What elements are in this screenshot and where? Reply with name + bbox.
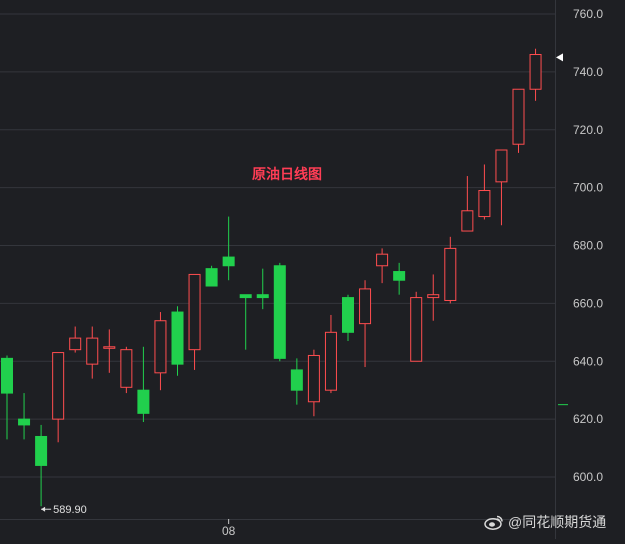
candle-body bbox=[256, 294, 269, 299]
y-tick-label: 640.0 bbox=[573, 354, 603, 368]
y-tick-label: 620.0 bbox=[573, 412, 603, 426]
candle-body bbox=[359, 288, 372, 325]
candle-up bbox=[307, 349, 320, 417]
candle-body bbox=[512, 88, 525, 145]
candle-down bbox=[273, 262, 286, 362]
candle-up bbox=[154, 312, 167, 391]
candlestick-chart: 760.0 740.0 720.0 700.0 680.0 660.0 640.0 620.0… bbox=[0, 0, 625, 539]
candle-up bbox=[427, 274, 440, 321]
y-tick-label: 700.0 bbox=[573, 181, 603, 195]
candle-down bbox=[222, 216, 235, 281]
candle-body bbox=[188, 273, 201, 351]
y-tick-label: 760.0 bbox=[573, 7, 603, 21]
candle-up bbox=[52, 352, 65, 443]
candle-up bbox=[86, 326, 99, 379]
candle-body bbox=[120, 349, 133, 388]
candle-body bbox=[154, 320, 167, 374]
candle-up bbox=[512, 88, 525, 153]
candle-down bbox=[35, 424, 48, 507]
low-marker-arrow bbox=[41, 506, 46, 512]
candle-up bbox=[324, 314, 337, 394]
candle-body bbox=[529, 54, 542, 90]
candle-body bbox=[307, 354, 320, 403]
candle-body bbox=[18, 418, 31, 426]
candle-body bbox=[427, 294, 440, 299]
y-tick-label: 660.0 bbox=[573, 296, 603, 310]
candle-body bbox=[273, 265, 286, 359]
candle-up bbox=[444, 236, 457, 304]
y-tick-label: 740.0 bbox=[573, 65, 603, 79]
candle-up bbox=[478, 164, 491, 220]
candle-down bbox=[342, 294, 354, 341]
candle-down bbox=[205, 265, 218, 287]
candle-up bbox=[188, 273, 201, 370]
candle-body bbox=[495, 149, 508, 183]
chart-canvas: 760.0 740.0 720.0 700.0 680.0 660.0 640.0 620.0… bbox=[0, 0, 603, 539]
candle-up bbox=[359, 280, 372, 368]
y-tick-label: 720.0 bbox=[573, 123, 603, 137]
candle-up bbox=[410, 291, 423, 362]
low-price-label: 589.90 bbox=[53, 504, 87, 516]
candle-down bbox=[290, 358, 303, 405]
watermark-text: @同花顺期货通 bbox=[508, 514, 607, 530]
watermark: @同花顺期货通 bbox=[484, 512, 606, 532]
x-tick-label: 08 bbox=[222, 524, 236, 538]
candle-body bbox=[324, 331, 337, 391]
y-tick-label: 600.0 bbox=[573, 470, 603, 484]
candle-body bbox=[69, 337, 82, 351]
candle-up bbox=[69, 326, 82, 353]
candle-up bbox=[529, 48, 542, 101]
weibo-icon bbox=[484, 515, 503, 530]
candle-body bbox=[205, 268, 218, 287]
candle-body bbox=[103, 346, 116, 349]
candle-body bbox=[222, 256, 235, 267]
candles bbox=[1, 48, 542, 507]
candle-body bbox=[1, 357, 13, 394]
candle-body bbox=[239, 294, 252, 299]
last-price-marker bbox=[556, 53, 563, 62]
y-tick-label: 680.0 bbox=[573, 239, 603, 253]
candle-body bbox=[290, 369, 303, 391]
candle-down bbox=[137, 346, 150, 423]
candle-body bbox=[393, 271, 406, 281]
candle-body bbox=[410, 297, 423, 362]
chart-title: 原油日线图 bbox=[252, 166, 322, 182]
candle-body bbox=[444, 247, 457, 301]
candle-body bbox=[137, 389, 150, 414]
candle-body bbox=[461, 210, 474, 232]
candle-body bbox=[171, 311, 184, 365]
candle-down bbox=[18, 393, 31, 440]
candle-down bbox=[393, 262, 406, 295]
y-axis: 760.0 740.0 720.0 700.0 680.0 660.0 640.0 620.0… bbox=[0, 0, 603, 539]
candle-body bbox=[478, 190, 491, 218]
candle-body bbox=[52, 352, 65, 420]
candle-up bbox=[120, 346, 133, 394]
candle-down bbox=[171, 306, 184, 376]
candle-up bbox=[376, 248, 389, 284]
candle-body bbox=[342, 297, 354, 333]
candle-body bbox=[35, 435, 48, 466]
candle-up bbox=[461, 176, 474, 232]
candle-up bbox=[103, 329, 116, 373]
candle-body bbox=[86, 337, 99, 365]
candle-down bbox=[1, 355, 13, 440]
annotations: 589.90 bbox=[41, 53, 568, 516]
grid-lines bbox=[0, 13, 555, 478]
candle-body bbox=[376, 253, 389, 267]
